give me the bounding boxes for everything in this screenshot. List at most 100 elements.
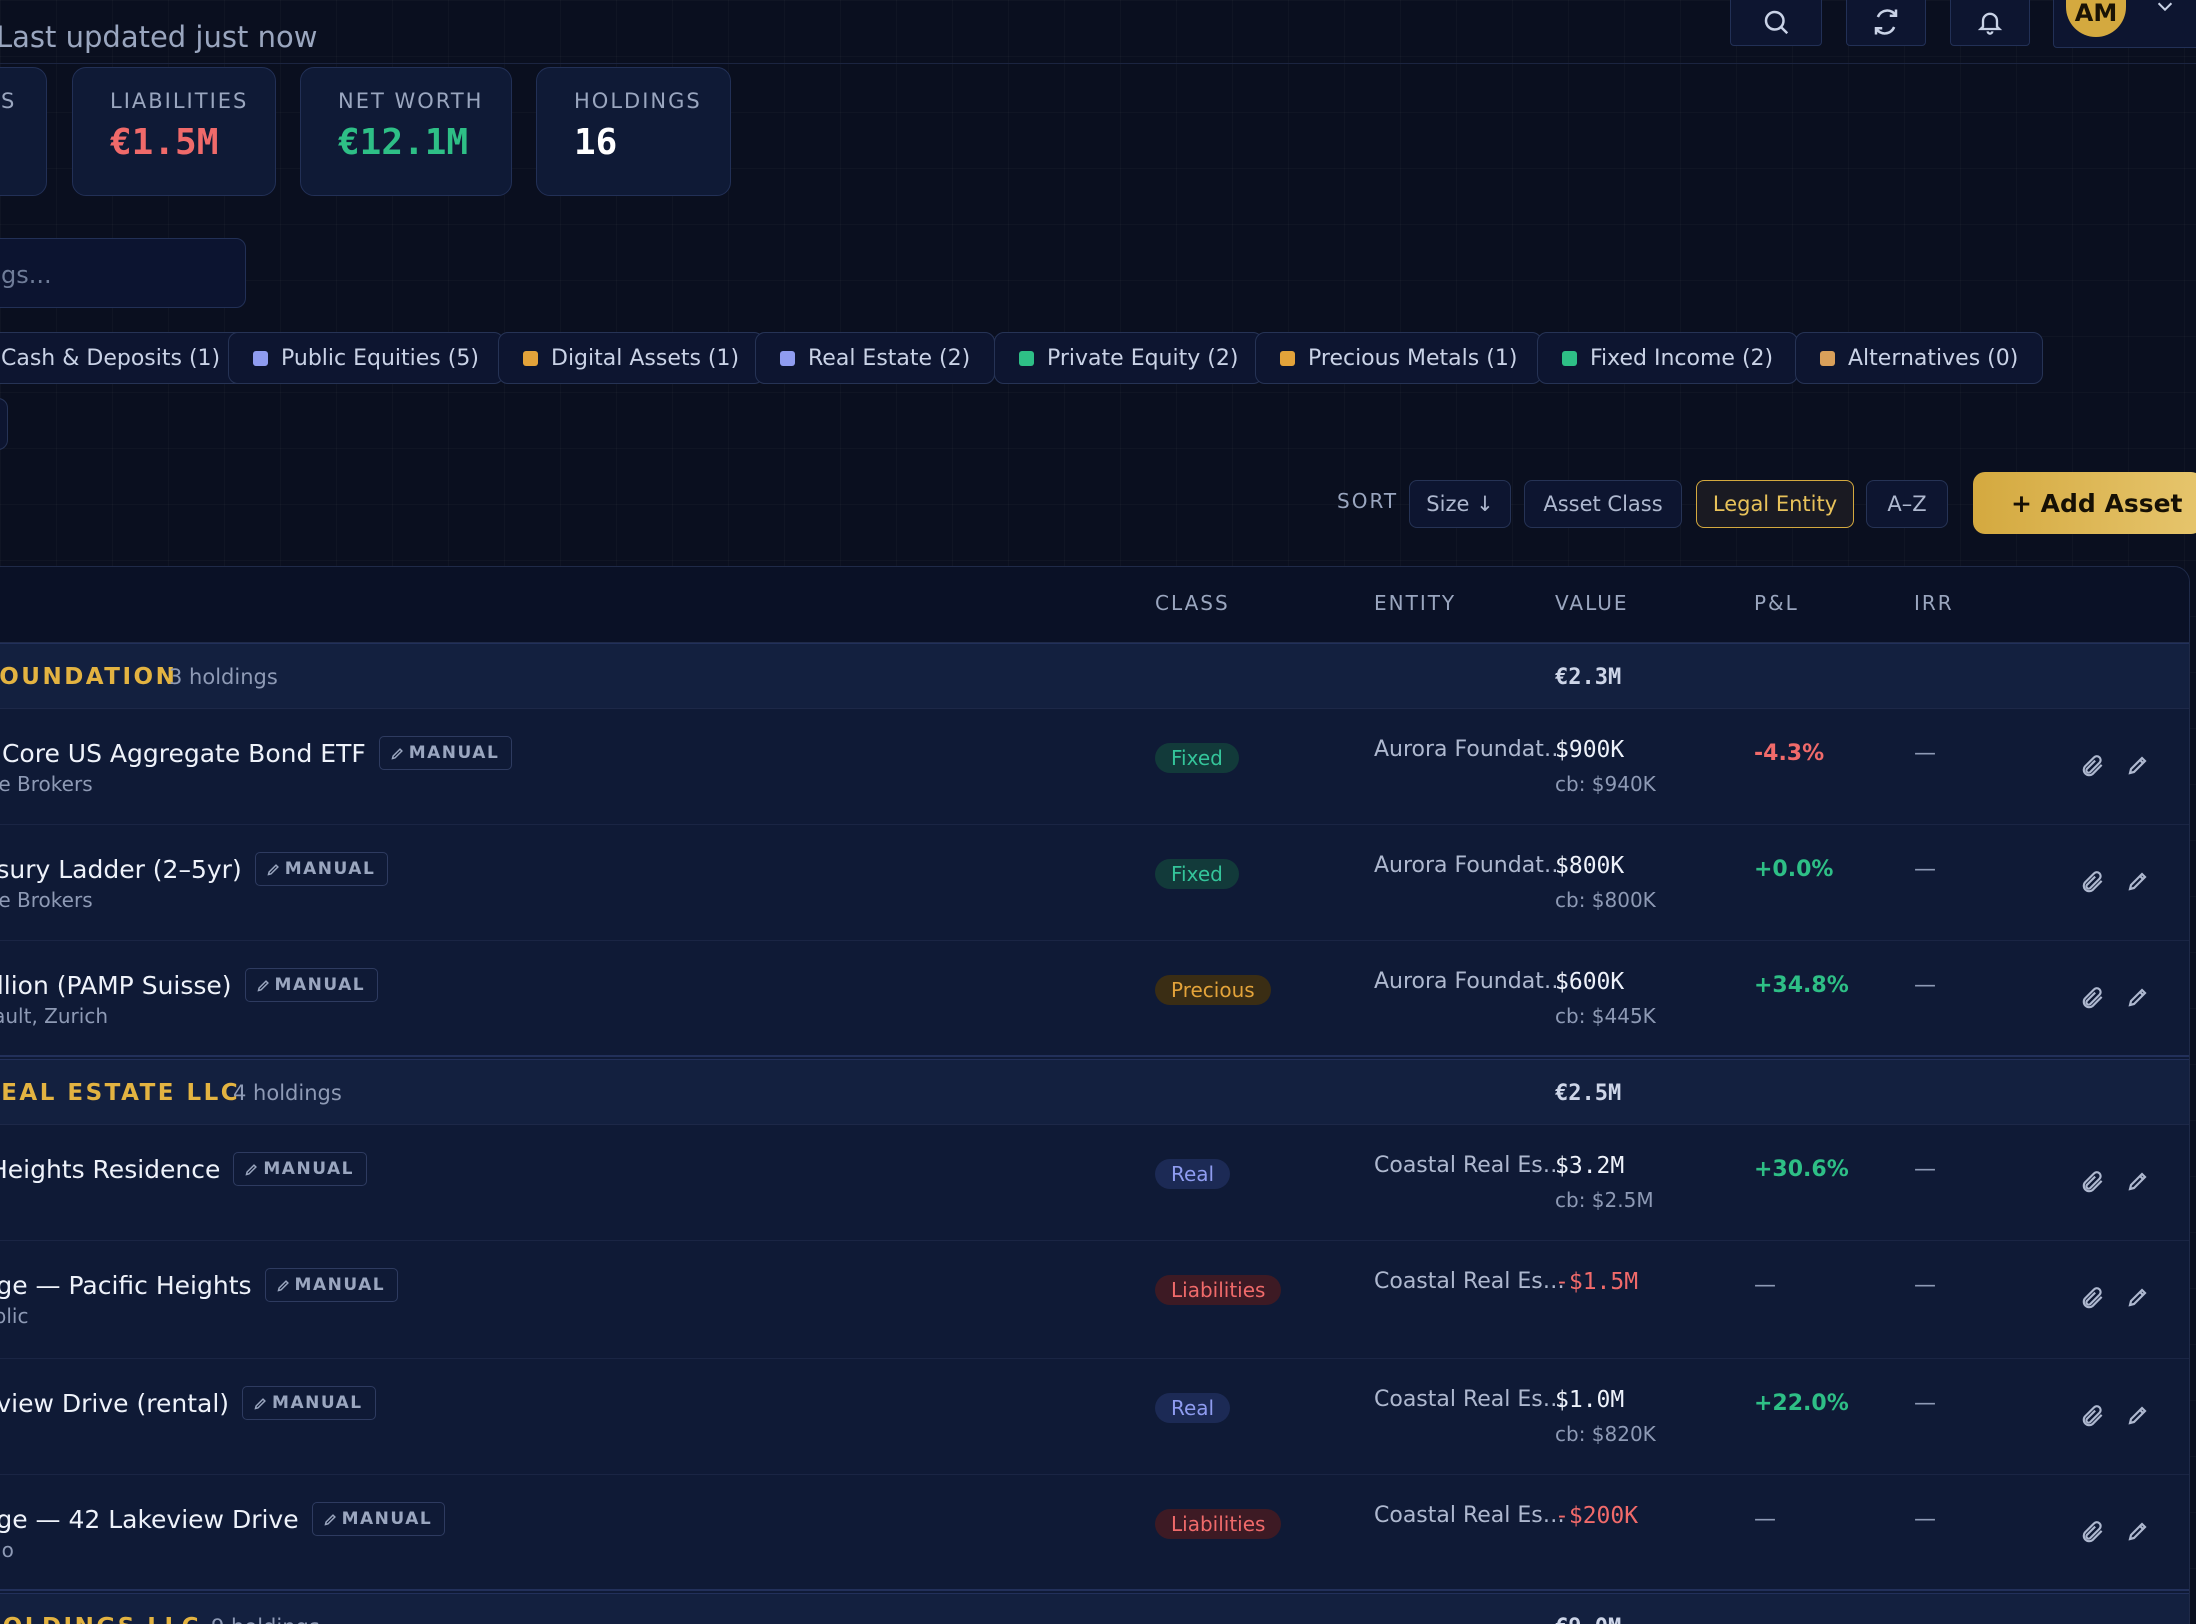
filter-chip-label: Fixed Income (2) [1590,345,1774,371]
column-header-value[interactable]: VALUE [1555,591,1629,615]
bell-icon [1977,12,2003,35]
entity-name: Aurora Foundation [1374,969,1567,994]
manual-badge: MANUAL [233,1152,367,1186]
group-header[interactable]: REAL ESTATE LLC 4 holdings €2.5M [0,1059,2189,1125]
table-row[interactable]: age — 42 Lakeview Drive MANUAL rgo Liabi… [0,1475,2189,1591]
irr-value: — [1914,857,1936,882]
asset-name-text: s Core US Aggregate Bond ETF [0,738,366,768]
manual-label: MANUAL [294,1275,386,1295]
color-dot [253,350,268,366]
refresh-button[interactable] [1846,0,1926,46]
manual-label: MANUAL [284,859,376,879]
filter-chip-fixed-income[interactable]: Fixed Income (2) [1537,332,1799,384]
paperclip-icon[interactable] [2080,753,2106,779]
pnl-value: +30.6% [1754,1157,1849,1182]
cost-basis: cb: $800K [1555,888,1656,912]
paperclip-icon[interactable] [2080,985,2106,1011]
class-badge: Real [1155,1159,1231,1189]
column-header-entity[interactable]: ENTITY [1374,591,1456,615]
table-header: CLASS ENTITY VALUE P&L IRR [0,567,2189,643]
refresh-icon [1874,9,1898,35]
group-count: 9 holdings [211,1615,320,1624]
asset-name: asury Ladder (2–5yr) MANUAL [0,852,389,886]
table-row[interactable]: asury Ladder (2–5yr) MANUAL ive Brokers … [0,825,2189,941]
entity-name: Aurora Foundation [1374,737,1567,762]
asset-institution: ive Brokers [0,772,93,796]
pencil-icon[interactable] [2126,753,2150,777]
manual-badge: MANUAL [378,736,513,770]
add-asset-button[interactable]: + Add Asset [1973,472,2196,534]
sort-asset-class-button[interactable]: Asset Class [1524,480,1682,528]
class-badge: Liabilities [1155,1275,1282,1305]
cost-basis: cb: $445K [1555,1004,1656,1028]
filter-chip-cash[interactable]: Cash & Deposits (1) [0,332,246,384]
pencil-icon[interactable] [2126,1285,2150,1309]
filter-chip-more[interactable] [0,398,8,450]
table-row[interactable]: Heights Residence MANUAL Real Coastal Re… [0,1125,2189,1241]
entity-name: Coastal Real Estate LLC [1374,1269,1567,1294]
color-dot [1562,350,1577,366]
paperclip-icon[interactable] [2080,1169,2106,1195]
group-header[interactable]: HOLDINGS LLC 9 holdings €9.0M [0,1593,2189,1624]
pencil-icon [245,1163,258,1176]
manual-badge: MANUAL [311,1502,446,1536]
profile-menu-button[interactable]: AM [2053,0,2196,48]
filter-chip-label: Digital Assets (1) [551,345,740,371]
paperclip-icon[interactable] [2080,1519,2106,1545]
filter-chip-private-equity[interactable]: Private Equity (2) [994,332,1264,384]
asset-institution: ive Brokers [0,888,93,912]
entity-name: Aurora Foundation [1374,853,1567,878]
table-row[interactable]: age — Pacific Heights MANUAL ublic Liabi… [0,1241,2189,1359]
pencil-icon [267,863,279,876]
asset-value: $600K [1555,969,1625,995]
manual-badge: MANUAL [242,1386,376,1420]
paperclip-icon[interactable] [2080,869,2106,895]
manual-badge: MANUAL [264,1268,399,1302]
asset-name-text: age — 42 Lakeview Drive [0,1504,299,1534]
filter-chip-label: Public Equities (5) [281,345,479,371]
color-dot [1820,350,1835,366]
column-header-class[interactable]: CLASS [1155,591,1230,615]
filter-chip-digital-assets[interactable]: Digital Assets (1) [498,332,765,384]
filter-chip-precious-metals[interactable]: Precious Metals (1) [1255,332,1543,384]
filter-chip-alternatives[interactable]: Alternatives (0) [1795,332,2044,384]
table-row[interactable]: eview Drive (rental) MANUAL Real Coastal… [0,1359,2189,1475]
pencil-icon[interactable] [2126,1403,2150,1427]
sort-az-button[interactable]: A–Z [1866,480,1948,528]
sort-legal-entity-button[interactable]: Legal Entity [1696,480,1854,528]
table-row[interactable]: ullion (PAMP Suisse) MANUAL Vault, Zuric… [0,941,2189,1057]
stat-label: LIABILITIES [110,89,249,113]
search-button[interactable] [1730,0,1822,46]
pencil-icon[interactable] [2126,985,2150,1009]
filter-chip-public-equities[interactable]: Public Equities (5) [228,332,504,384]
class-badge: Liabilities [1155,1509,1282,1539]
pencil-icon[interactable] [2126,869,2150,893]
filter-chip-real-estate[interactable]: Real Estate (2) [755,332,996,384]
group-total: €9.0M [1555,1615,1621,1624]
pencil-icon [254,1397,266,1410]
filter-chip-label: Precious Metals (1) [1308,345,1518,371]
pencil-icon[interactable] [2126,1169,2150,1193]
asset-name-text: asury Ladder (2–5yr) [0,854,242,884]
asset-institution: rgo [0,1538,14,1562]
stat-card-assets: S [0,67,47,196]
paperclip-icon[interactable] [2080,1285,2106,1311]
class-badge: Fixed [1155,743,1239,773]
asset-value: $800K [1555,853,1625,879]
notifications-button[interactable] [1950,0,2030,46]
irr-value: — [1914,1391,1936,1416]
paperclip-icon[interactable] [2080,1403,2106,1429]
table-row[interactable]: s Core US Aggregate Bond ETF MANUAL ive … [0,709,2189,825]
asset-name: eview Drive (rental) MANUAL [0,1386,376,1420]
sort-size-button[interactable]: Size ↓ [1409,480,1511,528]
group-header[interactable]: FOUNDATION 3 holdings €2.3M [0,643,2189,709]
pencil-icon[interactable] [2126,1519,2150,1543]
group-name: FOUNDATION [0,664,178,690]
last-updated-text: Last updated just now [0,20,318,54]
column-header-irr[interactable]: IRR [1914,591,1954,615]
manual-label: MANUAL [263,1159,354,1179]
column-header-pnl[interactable]: P&L [1754,591,1799,615]
stat-label: NET WORTH [338,89,484,113]
search-input[interactable]: gs... [0,238,246,308]
color-dot [780,350,795,366]
